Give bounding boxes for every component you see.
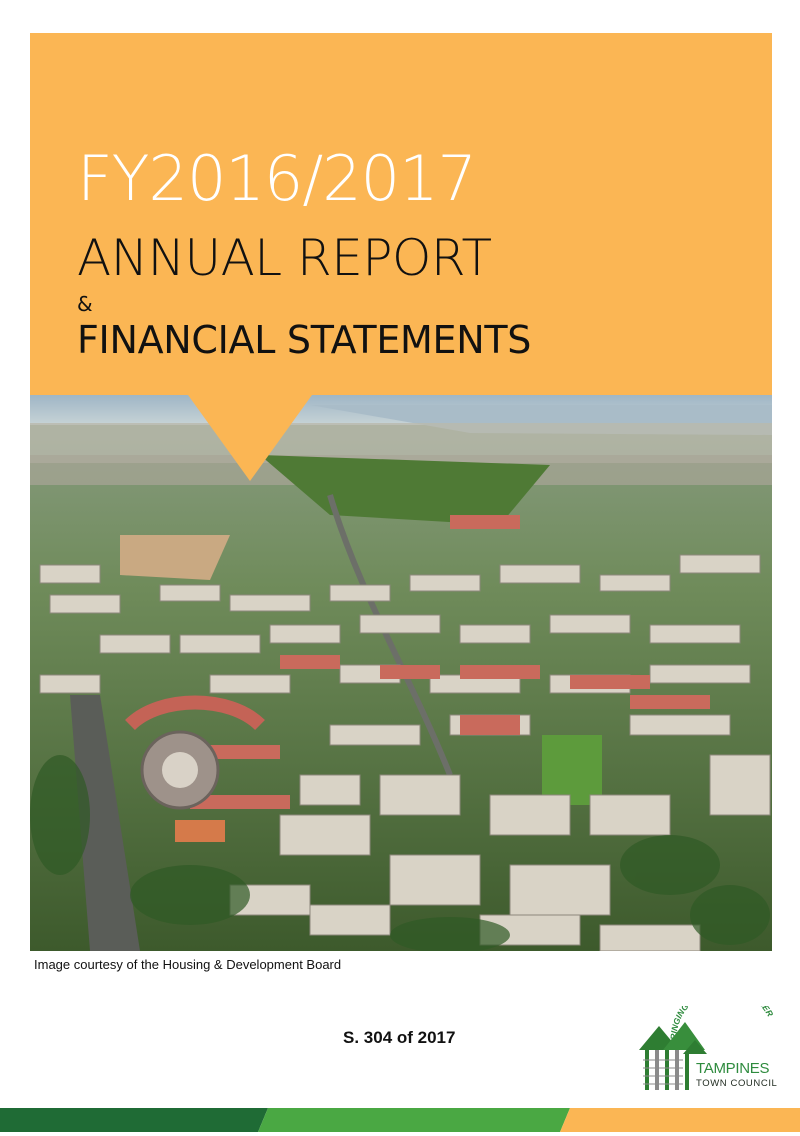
logo-name: TAMPINES — [696, 1060, 770, 1077]
logo-subname: TOWN COUNCIL — [696, 1078, 778, 1089]
footer-color-bar — [0, 1108, 800, 1132]
photo-caption: Image courtesy of the Housing & Developm… — [34, 957, 342, 972]
title-financial-statements: FINANCIAL STATEMENTS — [77, 318, 532, 362]
aerial-photo — [30, 395, 772, 951]
title-ampersand: & — [77, 292, 93, 316]
title-annual-report: ANNUAL REPORT — [77, 229, 492, 287]
document-number: S. 304 of 2017 — [343, 1028, 456, 1047]
title-year: FY2016/2017 — [77, 142, 477, 215]
